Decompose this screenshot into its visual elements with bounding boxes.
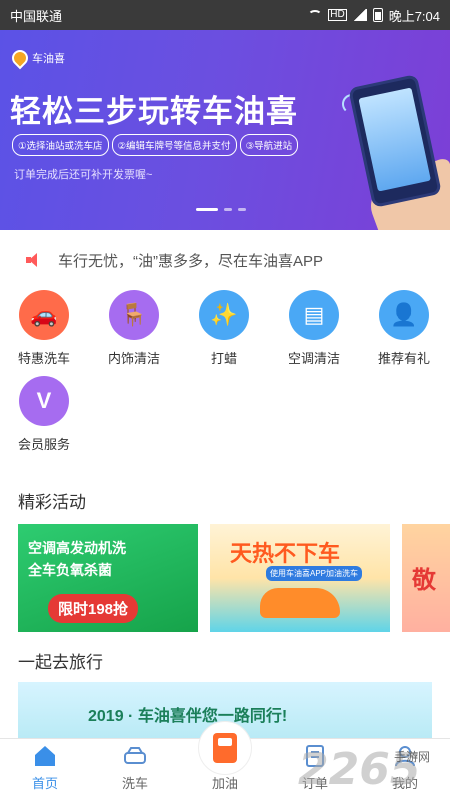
nav-profile[interactable]: 我的 bbox=[360, 739, 450, 800]
service-label: 特惠洗车 bbox=[17, 351, 70, 366]
promo-banner[interactable]: 车油喜 轻松三步玩转车油喜 ①选择油站或洗车店 ②编辑车牌号等信息并支付 ③导航… bbox=[0, 30, 450, 230]
phone-illustration bbox=[348, 74, 442, 208]
speaker-icon bbox=[26, 253, 40, 267]
activity-line: 敬 bbox=[412, 567, 436, 594]
nav-car-wash[interactable]: 洗车 bbox=[90, 739, 180, 800]
banner-step: ③导航进站 bbox=[239, 134, 299, 156]
nav-label: 首页 bbox=[31, 776, 58, 791]
activity-line: 使用车油喜APP加油洗车 bbox=[266, 566, 363, 581]
nav-refuel[interactable]: 加油 bbox=[180, 721, 270, 800]
activities-title: 精彩活动 bbox=[18, 493, 86, 512]
announcement-bar[interactable]: 车行无忧，“油”惠多多，尽在车油喜APP bbox=[0, 240, 450, 280]
service-label: 内饰清洁 bbox=[107, 351, 160, 366]
car-illustration bbox=[260, 588, 340, 618]
carrier-name: 中国联通 bbox=[10, 8, 63, 24]
banner-headline: 轻松三步玩转车油喜 bbox=[10, 94, 298, 129]
activity-card[interactable]: 敬 bbox=[402, 524, 450, 632]
oil-drop-icon bbox=[8, 46, 32, 70]
battery-icon bbox=[372, 8, 383, 22]
profile-icon bbox=[395, 746, 415, 767]
wifi-icon bbox=[308, 9, 323, 21]
app-logo: 车油喜 bbox=[8, 46, 65, 70]
service-label: 打蜡 bbox=[210, 351, 237, 366]
air-conditioner-icon: ▤ bbox=[289, 290, 339, 340]
service-wax[interactable]: ✨ 打蜡 bbox=[189, 290, 259, 367]
nav-label: 洗车 bbox=[121, 776, 148, 791]
interior-clean-icon: 🪑 bbox=[109, 290, 159, 340]
carousel-dot[interactable] bbox=[238, 208, 246, 211]
bottom-navigation: 首页 洗车 加油 订单 我的 bbox=[0, 721, 450, 800]
banner-steps: ①选择油站或洗车店 ②编辑车牌号等信息并支付 ③导航进站 bbox=[12, 134, 299, 156]
banner-step: ②编辑车牌号等信息并支付 bbox=[111, 134, 237, 156]
activity-card[interactable]: 空调高发动机洗 全车负氧杀菌 限时198抢 bbox=[18, 524, 198, 632]
travel-title: 一起去旅行 bbox=[18, 653, 103, 672]
order-icon bbox=[306, 745, 324, 767]
vip-icon: V bbox=[19, 376, 69, 426]
logo-text: 车油喜 bbox=[32, 53, 65, 65]
nav-home[interactable]: 首页 bbox=[0, 739, 90, 800]
nav-label: 我的 bbox=[391, 776, 418, 791]
hd-badge: HD bbox=[328, 9, 347, 21]
activity-price-tag: 限时198抢 bbox=[48, 594, 139, 623]
banner-step: ①选择油站或洗车店 bbox=[12, 134, 109, 156]
service-label: 推荐有礼 bbox=[377, 351, 430, 366]
nav-label: 订单 bbox=[301, 776, 328, 791]
nav-orders[interactable]: 订单 bbox=[270, 739, 360, 800]
signal-icon bbox=[352, 9, 367, 21]
service-label: 会员服务 bbox=[17, 437, 70, 452]
carousel-indicator[interactable] bbox=[196, 208, 246, 211]
clock: 晚上7:04 bbox=[388, 8, 440, 24]
car-wash-icon: 🚗 bbox=[19, 290, 69, 340]
activity-card[interactable]: 天热不下车 使用车油喜APP加油洗车 bbox=[210, 524, 390, 632]
fuel-pump-icon bbox=[198, 721, 252, 775]
status-bar: 中国联通 HD 晚上7:04 bbox=[0, 0, 450, 30]
activity-line: 空调高发动机洗 bbox=[28, 540, 126, 556]
nav-label: 加油 bbox=[211, 776, 238, 791]
referral-icon: 👤 bbox=[379, 290, 429, 340]
wax-icon: ✨ bbox=[199, 290, 249, 340]
service-vip[interactable]: V 会员服务 bbox=[9, 376, 79, 453]
service-interior-clean[interactable]: 🪑 内饰清洁 bbox=[99, 290, 169, 367]
service-car-wash[interactable]: 🚗 特惠洗车 bbox=[9, 290, 79, 367]
carousel-dot[interactable] bbox=[196, 208, 218, 211]
carousel-dot[interactable] bbox=[224, 208, 232, 211]
travel-banner-text: 2019 · 车油喜伴您一路同行! bbox=[88, 708, 288, 725]
activity-line: 全车负氧杀菌 bbox=[28, 562, 112, 578]
car-wash-icon bbox=[124, 747, 146, 764]
status-icons: HD 晚上7:04 bbox=[308, 6, 440, 25]
activity-line: 天热不下车 bbox=[230, 541, 341, 566]
service-label: 空调清洁 bbox=[287, 351, 340, 366]
announcement-text: 车行无忧，“油”惠多多，尽在车油喜APP bbox=[58, 252, 324, 270]
service-ac-clean[interactable]: ▤ 空调清洁 bbox=[279, 290, 349, 367]
home-icon bbox=[35, 746, 55, 766]
banner-subtitle: 订单完成后还可补开发票喔~ bbox=[14, 169, 153, 181]
service-referral[interactable]: 👤 推荐有礼 bbox=[369, 290, 439, 367]
